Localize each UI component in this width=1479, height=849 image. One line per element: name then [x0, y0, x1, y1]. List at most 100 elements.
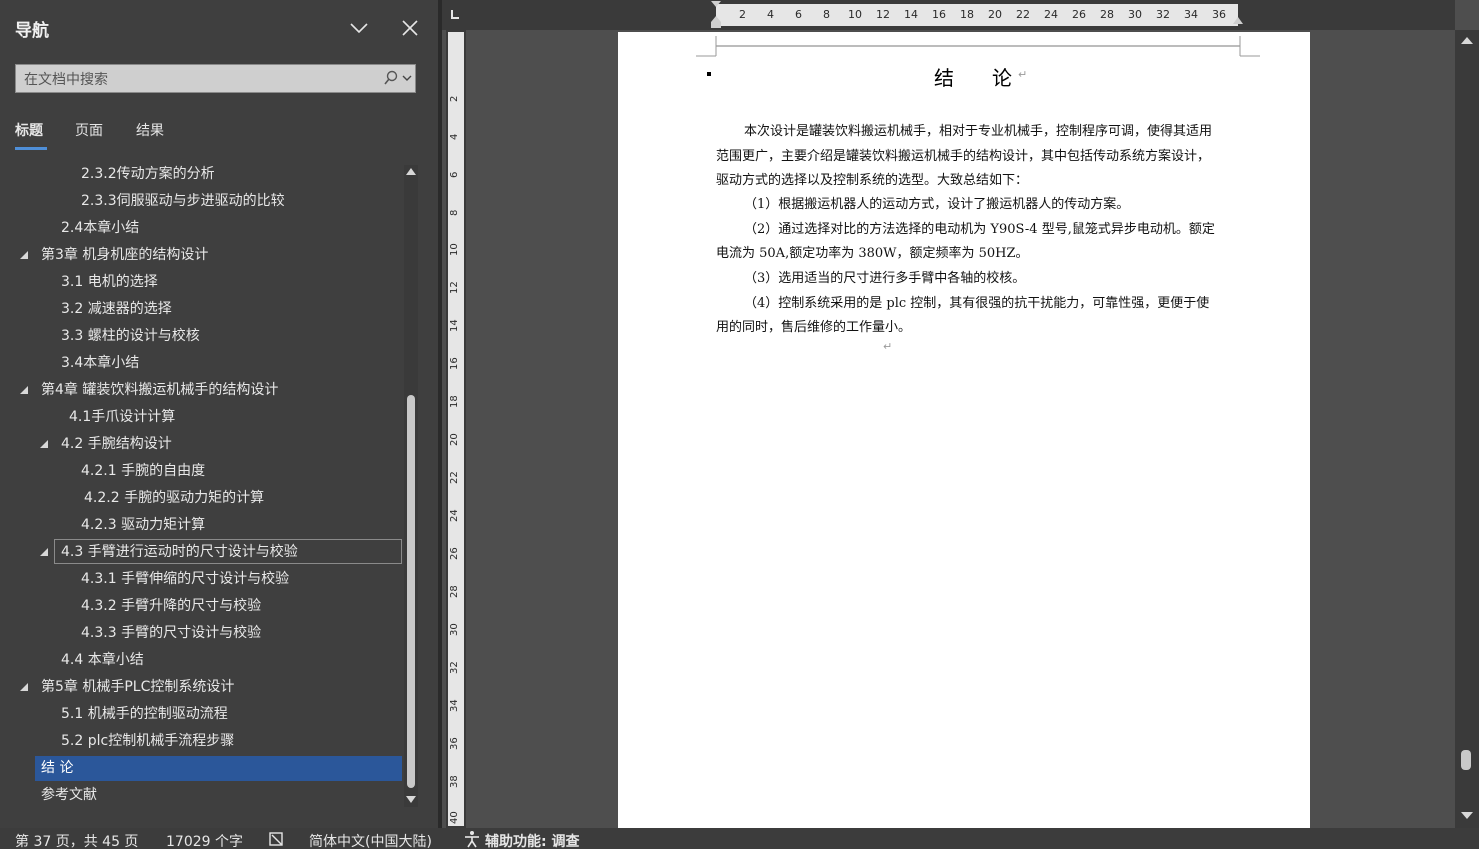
nav-heading-item[interactable]: 第4章 罐装饮料搬运机械手的结构设计 [41, 378, 278, 403]
nav-heading-item[interactable]: 3.2 减速器的选择 [61, 297, 172, 322]
ruler-number: 24 [1044, 8, 1058, 21]
scroll-up-icon[interactable] [405, 165, 417, 179]
accessibility-icon[interactable] [463, 830, 481, 848]
collapse-arrow-icon[interactable] [39, 547, 49, 557]
nav-heading-item-focused[interactable]: 4.3 手臂进行运动时的尺寸设计与校验 [54, 539, 402, 564]
tab-selector[interactable] [442, 0, 470, 30]
ruler-number: 8 [449, 209, 460, 216]
tab-stop-icon [451, 10, 459, 19]
nav-close-button[interactable] [398, 16, 422, 40]
active-tab-indicator [15, 147, 47, 150]
ruler-number: 6 [449, 171, 460, 178]
search-input[interactable]: 在文档中搜索 [15, 64, 416, 93]
ruler-number: 10 [848, 8, 862, 21]
nav-heading-item[interactable]: 2.3.2传动方案的分析 [81, 162, 215, 187]
nav-heading-item-current[interactable]: 结 论 [35, 756, 402, 781]
word-count[interactable]: 17029 个字 [166, 831, 243, 849]
nav-heading-item[interactable]: 4.2.3 驱动力矩计算 [81, 513, 205, 538]
ruler-number: 28 [449, 585, 460, 598]
indent-marker-icon[interactable] [709, 0, 723, 30]
document-text-line[interactable]: （3）选用适当的尺寸进行多手臂中各轴的校核。 [744, 267, 1025, 286]
nav-heading-item[interactable]: 3.3 螺柱的设计与校核 [61, 324, 200, 349]
collapse-arrow-icon[interactable] [19, 682, 29, 692]
ruler-number: 12 [449, 281, 460, 294]
ruler-number: 6 [795, 8, 802, 21]
document-text-line[interactable]: 范围更广，主要介绍是罐装饮料搬运机械手的结构设计，其中包括传动系统方案设计， [716, 145, 1210, 164]
nav-heading-item[interactable]: 2.3.3伺服驱动与步进驱动的比较 [81, 189, 285, 214]
nav-heading-item[interactable]: 4.2.2 手腕的驱动力矩的计算 [84, 486, 264, 511]
nav-options-button[interactable] [346, 16, 372, 40]
ruler-number: 20 [988, 8, 1002, 21]
header-border [696, 36, 1260, 57]
right-indent-marker-icon[interactable] [1231, 14, 1245, 28]
collapse-arrow-icon[interactable] [39, 439, 49, 449]
document-text-line[interactable]: 驱动方式的选择以及控制系统的选型。大致总结如下： [716, 169, 1028, 188]
ruler-number: 16 [932, 8, 946, 21]
nav-heading-item[interactable]: 4.3.1 手臂伸缩的尺寸设计与校验 [81, 567, 289, 592]
navigation-pane: 导航 在文档中搜索 标题 页面 结果 2.3.2传动方案的分析 2.3.3伺服驱… [0, 0, 438, 828]
ruler-number: 16 [449, 357, 460, 370]
nav-heading-item[interactable]: 5.2 plc控制机械手流程步骤 [61, 729, 234, 754]
chevron-down-icon [350, 23, 368, 34]
ruler-number: 18 [449, 395, 460, 408]
document-text-line[interactable]: （4）控制系统采用的是 plc 控制，其有很强的抗干扰能力，可靠性强，更便于使 [744, 292, 1209, 311]
scroll-down-icon[interactable] [405, 792, 417, 806]
heading-marker [707, 72, 711, 76]
nav-scroll-thumb[interactable] [407, 395, 415, 788]
ruler-number: 36 [449, 737, 460, 750]
ruler-number: 10 [449, 243, 460, 256]
ruler-number: 30 [1128, 8, 1142, 21]
nav-heading-item[interactable]: 4.3.3 手臂的尺寸设计与校验 [81, 621, 261, 646]
chevron-down-icon[interactable] [402, 73, 412, 83]
nav-heading-item[interactable]: 2.4本章小结 [61, 216, 139, 241]
tab-headings[interactable]: 标题 [15, 120, 43, 140]
scroll-up-icon[interactable] [1459, 34, 1475, 48]
ruler-number: 4 [767, 8, 774, 21]
page-heading[interactable]: 结论 [934, 62, 1050, 91]
proofing-icon[interactable] [268, 831, 286, 847]
status-bar: 第 37 页，共 45 页 17029 个字 简体中文(中国大陆) 辅助功能: … [0, 828, 1479, 849]
collapse-arrow-icon[interactable] [19, 385, 29, 395]
nav-heading-item[interactable]: 4.1手爪设计计算 [69, 405, 175, 430]
nav-heading-item[interactable]: 4.4 本章小结 [61, 648, 144, 673]
ruler-number: 34 [1184, 8, 1198, 21]
ruler-number: 26 [1072, 8, 1086, 21]
ruler-number: 12 [876, 8, 890, 21]
document-text-line[interactable]: 用的同时，售后维修的工作量小。 [716, 316, 911, 335]
nav-heading-item[interactable]: 4.3.2 手臂升降的尺寸与校验 [81, 594, 261, 619]
document-text-line[interactable]: 本次设计是罐装饮料搬运机械手，相对于专业机械手，控制程序可调，使得其适用 [744, 120, 1212, 139]
nav-heading-item[interactable]: 3.4本章小结 [61, 351, 139, 376]
accessibility-status[interactable]: 辅助功能: 调查 [485, 831, 579, 849]
ruler-number: 36 [1212, 8, 1226, 21]
nav-title: 导航 [15, 21, 49, 41]
ruler-number: 18 [960, 8, 974, 21]
document-text-line[interactable]: 电流为 50A,额定功率为 380W，额定频率为 50HZ。 [716, 242, 1029, 261]
ruler-number: 22 [449, 471, 460, 484]
ruler-number: 4 [449, 133, 460, 140]
ruler-number: 14 [904, 8, 918, 21]
ruler-number: 26 [449, 547, 460, 560]
page-count[interactable]: 第 37 页，共 45 页 [15, 831, 138, 849]
ruler-number: 2 [739, 8, 746, 21]
nav-heading-item[interactable]: 第3章 机身机座的结构设计 [41, 243, 208, 268]
collapse-arrow-icon[interactable] [19, 250, 29, 260]
nav-heading-item[interactable]: 4.2.1 手腕的自由度 [81, 459, 205, 484]
scroll-down-icon[interactable] [1459, 808, 1475, 822]
search-icon[interactable] [383, 70, 399, 86]
ruler-number: 8 [823, 8, 830, 21]
nav-heading-item[interactable]: 5.1 机械手的控制驱动流程 [61, 702, 228, 727]
nav-heading-item[interactable]: 参考文献 [41, 783, 97, 808]
document-scrollbar[interactable] [1455, 30, 1479, 828]
document-text-line[interactable]: （2）通过选择对比的方法选择的电动机为 Y90S-4 型号,鼠笼式异步电动机。额… [744, 218, 1215, 237]
ruler-number: 22 [1016, 8, 1030, 21]
document-scroll-thumb[interactable] [1461, 750, 1471, 770]
language-indicator[interactable]: 简体中文(中国大陆) [309, 831, 432, 849]
nav-heading-item[interactable]: 第5章 机械手PLC控制系统设计 [41, 675, 234, 700]
tab-pages[interactable]: 页面 [75, 120, 103, 140]
document-text-line[interactable]: （1）根据搬运机器人的运动方式，设计了搬运机器人的传动方案。 [744, 193, 1129, 212]
nav-heading-item[interactable]: 3.1 电机的选择 [61, 270, 158, 295]
word-window: 导航 在文档中搜索 标题 页面 结果 2.3.2传动方案的分析 2.3.3伺服驱… [0, 0, 1479, 849]
ruler-number: 2 [449, 95, 460, 102]
nav-heading-item[interactable]: 4.2 手腕结构设计 [61, 432, 172, 457]
tab-results[interactable]: 结果 [136, 120, 164, 140]
